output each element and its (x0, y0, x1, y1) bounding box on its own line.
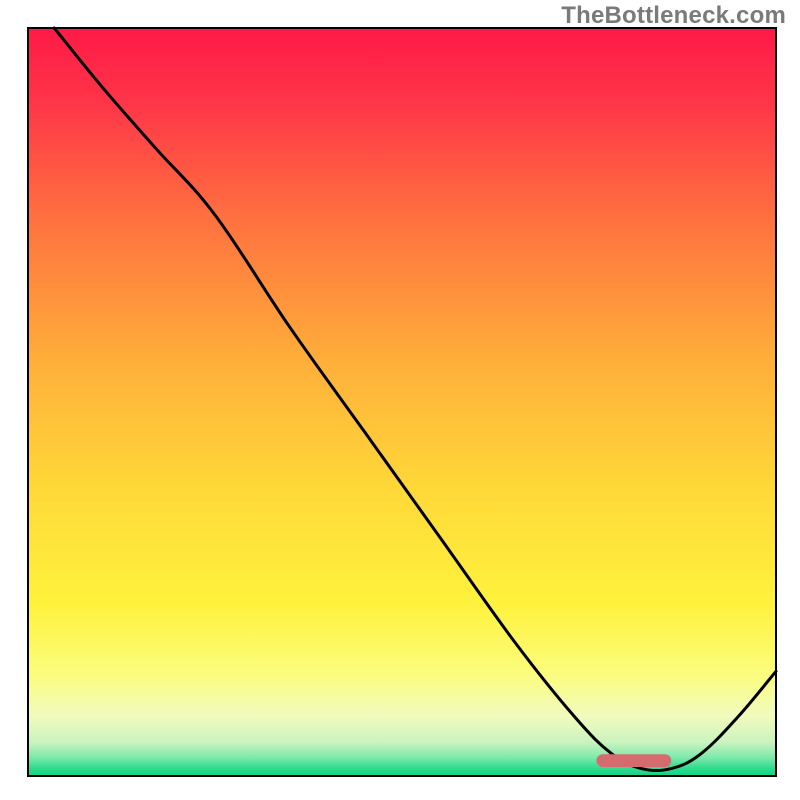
plot-background (28, 28, 776, 776)
optimal-zone-marker (596, 754, 671, 767)
chart-svg (0, 0, 800, 800)
watermark-label: TheBottleneck.com (561, 2, 786, 30)
bottleneck-chart: TheBottleneck.com (0, 0, 800, 800)
